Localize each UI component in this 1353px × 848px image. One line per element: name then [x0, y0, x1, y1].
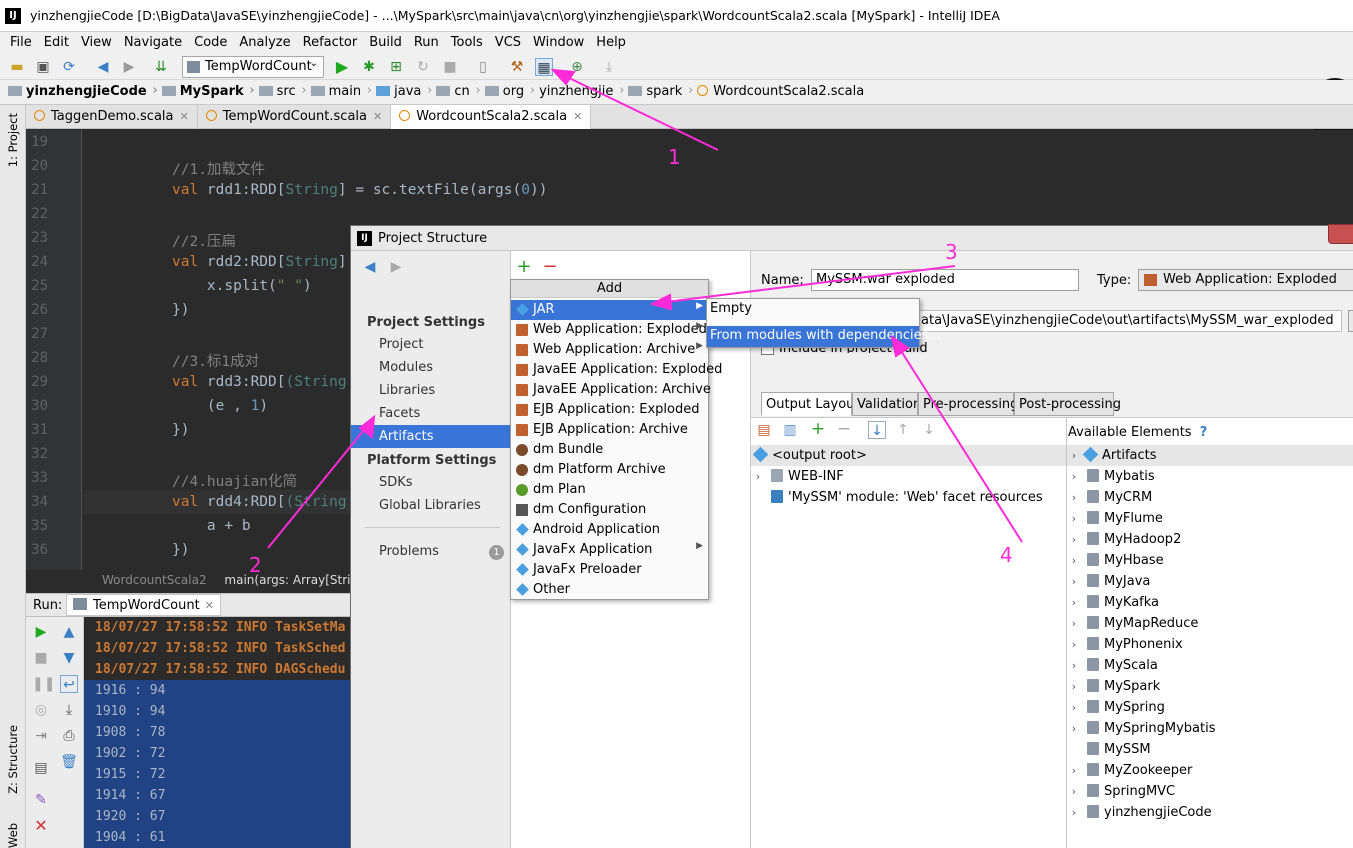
annotation-1: 1 [668, 145, 681, 169]
annotation-3: 3 [945, 240, 958, 264]
annotation-arrows [267, 68, 1023, 549]
annotation-2: 2 [249, 553, 262, 577]
annotation-4: 4 [1000, 543, 1013, 567]
